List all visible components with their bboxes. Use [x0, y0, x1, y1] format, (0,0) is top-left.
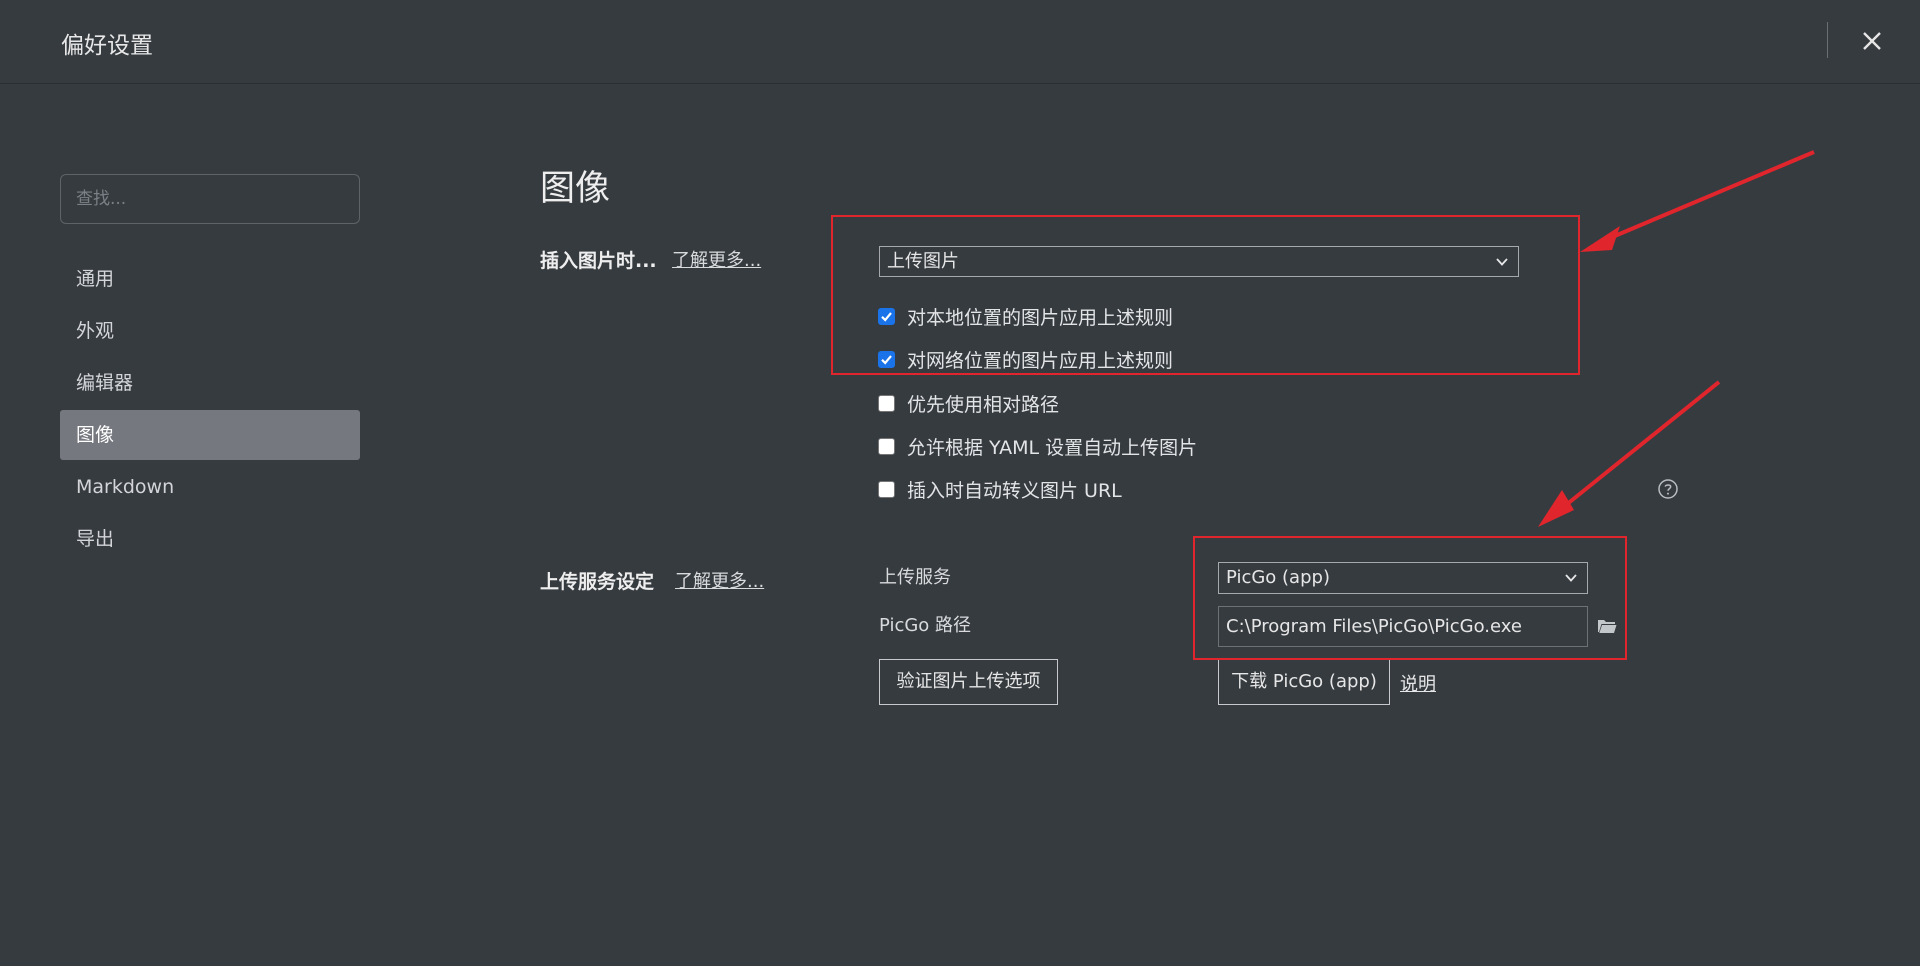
- page-title: 图像: [540, 169, 611, 209]
- window-header: 偏好设置: [0, 0, 1920, 84]
- close-icon: [1863, 32, 1881, 50]
- yaml-upload-label: 允许根据 YAML 设置自动上传图片: [907, 436, 1198, 459]
- option-escape-url[interactable]: 插入时自动转义图片 URL: [878, 476, 1122, 502]
- download-picgo-button[interactable]: 下载 PicGo (app): [1218, 659, 1390, 705]
- help-circle-icon[interactable]: [1657, 478, 1679, 500]
- sidebar-item-appearance[interactable]: 外观: [60, 306, 360, 356]
- search-input[interactable]: [60, 174, 360, 224]
- sidebar-item-markdown[interactable]: Markdown: [60, 462, 360, 512]
- annotation-box-insert-image: [831, 215, 1580, 375]
- close-button[interactable]: [1855, 24, 1889, 58]
- insert-image-learn-more-link[interactable]: 了解更多...: [672, 246, 761, 272]
- sidebar-nav: 通用 外观 编辑器 图像 Markdown 导出: [60, 254, 360, 566]
- picgo-path-label: PicGo 路径: [879, 615, 972, 636]
- sidebar-item-export[interactable]: 导出: [60, 514, 360, 564]
- option-yaml-upload[interactable]: 允许根据 YAML 设置自动上传图片: [878, 433, 1197, 459]
- insert-image-label: 插入图片时...: [540, 250, 657, 272]
- header-divider: [1827, 22, 1828, 58]
- annotation-arrow-bottom: [1538, 380, 1721, 527]
- verify-upload-button[interactable]: 验证图片上传选项: [879, 659, 1058, 705]
- escape-url-label: 插入时自动转义图片 URL: [907, 479, 1122, 502]
- annotation-arrow-top: [1580, 150, 1815, 252]
- relative-path-label: 优先使用相对路径: [907, 393, 1060, 416]
- escape-url-checkbox[interactable]: [878, 480, 895, 498]
- picgo-doc-link[interactable]: 说明: [1400, 670, 1436, 696]
- window-title: 偏好设置: [61, 33, 153, 59]
- upload-service-section-label: 上传服务设定: [540, 571, 655, 593]
- relative-path-checkbox[interactable]: [878, 394, 895, 412]
- yaml-upload-checkbox[interactable]: [878, 437, 895, 455]
- sidebar-item-editor[interactable]: 编辑器: [60, 358, 360, 408]
- sidebar-item-general[interactable]: 通用: [60, 254, 360, 304]
- option-relative-path[interactable]: 优先使用相对路径: [878, 390, 1059, 416]
- upload-service-learn-more-link[interactable]: 了解更多...: [675, 567, 764, 593]
- annotation-box-upload-service: [1193, 536, 1627, 660]
- sidebar-item-image[interactable]: 图像: [60, 410, 360, 460]
- upload-service-label: 上传服务: [879, 567, 951, 588]
